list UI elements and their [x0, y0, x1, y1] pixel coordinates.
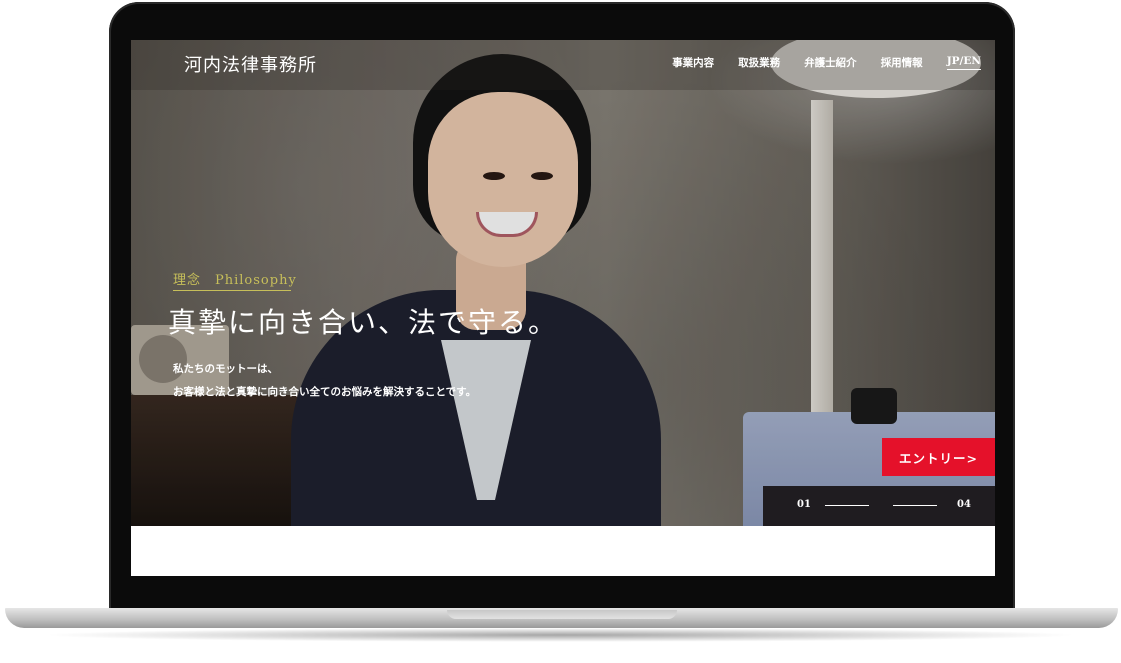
slide-total: 04 [957, 499, 971, 510]
laptop-base-notch [447, 610, 677, 619]
main-nav: 事業内容 取扱業務 弁護士紹介 採用情報 JP/EN [672, 55, 981, 70]
language-switch[interactable]: JP/EN [946, 55, 981, 70]
philosophy-underline [173, 290, 291, 291]
slide-indicator: 01 04 [763, 486, 995, 526]
laptop-shadow [40, 628, 1080, 642]
browser-screen: 河内法律事務所 事業内容 取扱業務 弁護士紹介 採用情報 JP/EN 理念 Ph… [131, 40, 995, 576]
entry-button[interactable]: エントリー> [882, 438, 995, 476]
hero-body-line1: 私たちのモットーは、 [173, 363, 278, 375]
site-logo[interactable]: 河内法律事務所 [184, 51, 317, 77]
nav-item-practice-areas[interactable]: 取扱業務 [738, 55, 780, 70]
nav-item-lawyers[interactable]: 弁護士紹介 [804, 55, 857, 70]
hero-image: 河内法律事務所 事業内容 取扱業務 弁護士紹介 採用情報 JP/EN 理念 Ph… [131, 40, 995, 526]
hero-body-line2: お客様と法と真摯に向き合い全てのお悩みを解決することです。 [173, 386, 477, 398]
nav-item-business[interactable]: 事業内容 [672, 55, 714, 70]
slide-track-bar[interactable] [893, 505, 937, 506]
hero-body: 私たちのモットーは、 お客様と法と真摯に向き合い全てのお悩みを解決することです。 [173, 358, 476, 404]
site-header: 河内法律事務所 事業内容 取扱業務 弁護士紹介 採用情報 JP/EN [131, 40, 995, 90]
slide-progress-bar[interactable] [825, 505, 869, 506]
hero-headline: 真摯に向き合い、法で守る。 [168, 306, 559, 339]
nav-item-recruit[interactable]: 採用情報 [881, 55, 923, 70]
philosophy-label: 理念 Philosophy [173, 273, 297, 288]
slide-current: 01 [797, 499, 811, 510]
